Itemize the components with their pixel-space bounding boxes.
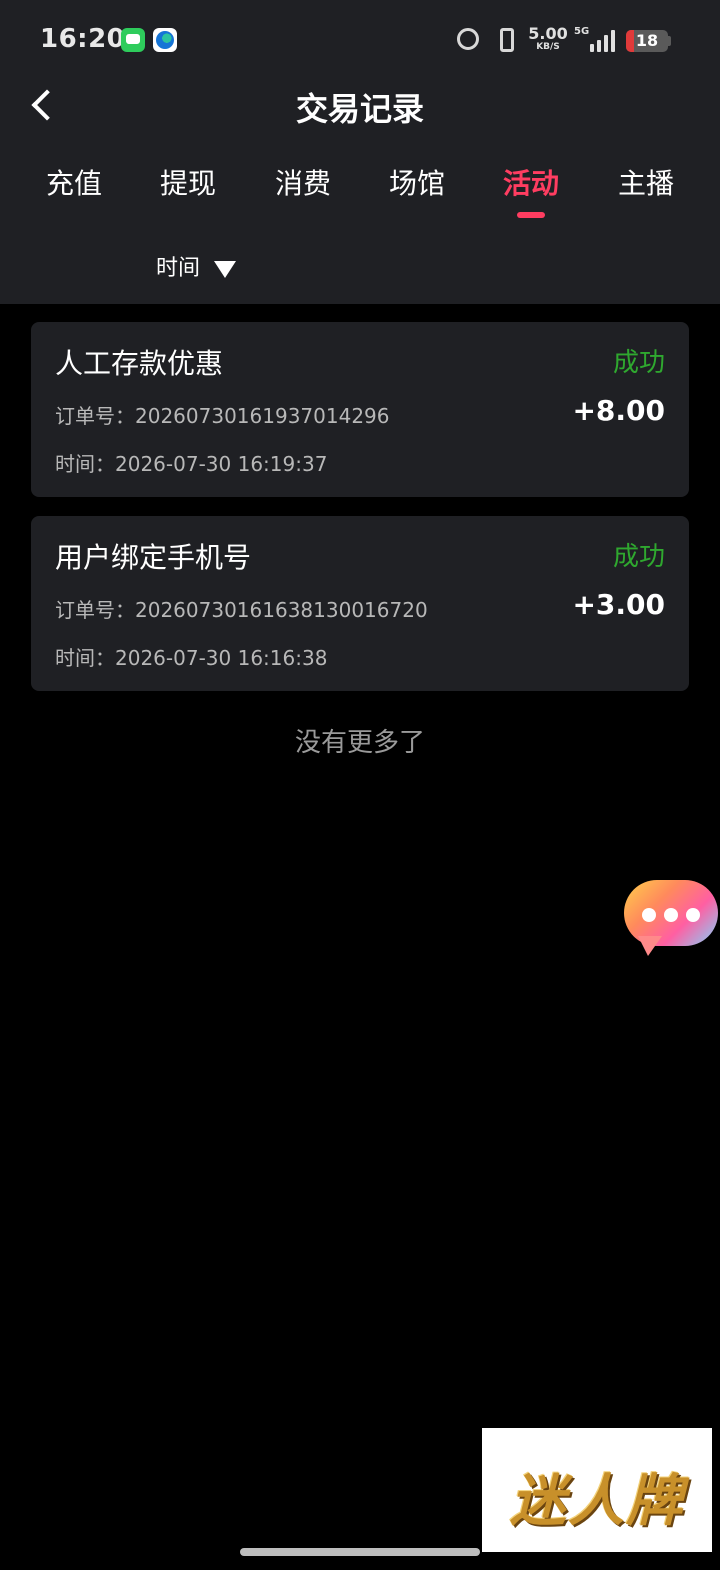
record-time: 时间：2026-07-30 16:16:38	[55, 642, 327, 671]
tab-anchor[interactable]: 主播	[589, 162, 703, 206]
tab-activity[interactable]: 活动	[474, 162, 588, 218]
record-amount: +3.00	[572, 588, 665, 621]
record-status: 成功	[612, 348, 665, 378]
record-name: 人工存款优惠	[55, 347, 224, 380]
active-tab-indicator	[517, 212, 545, 218]
time-label: 时间：	[55, 452, 115, 476]
network-speed-value: 5.00	[528, 24, 568, 43]
record-card[interactable]: 用户绑定手机号 成功 订单号：20260730161638130016720 +…	[31, 516, 689, 691]
tab-withdraw[interactable]: 提现	[131, 162, 245, 206]
tab-label: 消费	[274, 167, 331, 200]
watermark-logo: 迷人牌	[482, 1428, 712, 1552]
battery-tip	[668, 36, 671, 46]
time-value: 2026-07-30 16:19:37	[115, 452, 328, 476]
order-number: 20260730161638130016720	[135, 598, 428, 622]
vibrate-icon	[500, 28, 514, 52]
network-speed: 5.00 KB/S	[527, 24, 569, 53]
time-filter-label: 时间	[156, 256, 201, 281]
order-label: 订单号：	[55, 404, 135, 428]
time-label: 时间：	[55, 646, 115, 670]
tab-label: 场馆	[388, 167, 445, 200]
order-number: 20260730161937014296	[135, 404, 390, 428]
order-label: 订单号：	[55, 598, 135, 622]
edge-browser-icon	[153, 28, 177, 52]
page-title: 交易记录	[295, 90, 424, 128]
transaction-records-screen: 16:20 5.00 KB/S 5G 18 交易记录 充值 提现 消费 场馆 活…	[0, 0, 720, 1570]
tab-label: 活动	[502, 167, 559, 200]
signal-icon	[590, 30, 616, 52]
tab-venue[interactable]: 场馆	[360, 162, 474, 206]
tab-consumption[interactable]: 消费	[246, 162, 360, 206]
no-more-text: 没有更多了	[294, 728, 425, 758]
alarm-icon	[457, 28, 479, 50]
tab-label: 主播	[617, 167, 674, 200]
header-surface: 16:20 5.00 KB/S 5G 18 交易记录 充值 提现 消费 场馆 活…	[0, 0, 720, 304]
battery-icon: 18	[626, 30, 668, 52]
record-order: 订单号：20260730161638130016720	[55, 594, 428, 623]
home-indicator[interactable]	[240, 1548, 480, 1556]
network-speed-unit: KB/S	[536, 42, 560, 52]
tab-label: 充值	[45, 167, 102, 200]
network-type: 5G	[574, 26, 590, 37]
messages-app-icon	[121, 28, 145, 52]
status-bar: 16:20 5.00 KB/S 5G 18	[0, 0, 720, 64]
triangle-down-icon	[214, 260, 237, 278]
record-time: 时间：2026-07-30 16:19:37	[55, 448, 327, 477]
tab-label: 提现	[159, 167, 216, 200]
record-card[interactable]: 人工存款优惠 成功 订单号：20260730161937014296 +8.00…	[31, 322, 689, 497]
dot-icon	[686, 908, 700, 922]
time-value: 2026-07-30 16:16:38	[115, 646, 328, 670]
record-order: 订单号：20260730161937014296	[55, 400, 390, 429]
status-time: 16:20	[40, 24, 126, 54]
tab-recharge[interactable]: 充值	[17, 162, 131, 206]
category-tabs: 充值 提现 消费 场馆 活动 主播	[0, 162, 720, 222]
watermark-text: 迷人牌	[510, 1469, 684, 1534]
record-list: 人工存款优惠 成功 订单号：20260730161937014296 +8.00…	[31, 322, 689, 710]
record-status: 成功	[612, 542, 665, 572]
chat-bubble-icon[interactable]	[624, 880, 718, 958]
dot-icon	[642, 908, 656, 922]
chat-bubble-tail	[638, 936, 662, 956]
record-name: 用户绑定手机号	[55, 541, 252, 574]
record-amount: +8.00	[572, 394, 665, 427]
dot-icon	[664, 908, 678, 922]
battery-level: 18	[635, 31, 659, 50]
time-filter-dropdown[interactable]: 时间	[156, 252, 237, 286]
